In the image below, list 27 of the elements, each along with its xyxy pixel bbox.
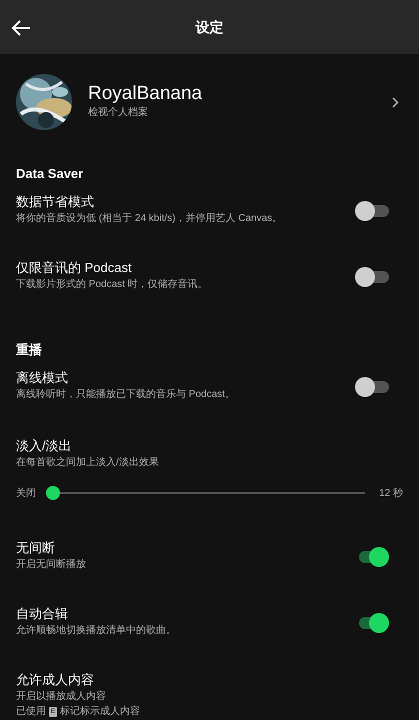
setting-description: 在每首歌之间加上淡入/淡出效果 (16, 456, 160, 470)
page-title: 设定 (196, 18, 224, 36)
setting-description: 开启以播放成人内容 (16, 690, 107, 704)
slider-max-label: 12 秒 (379, 486, 403, 501)
setting-title: 数据节省模式 (16, 194, 95, 211)
setting-description: 离线聆听时，只能播放已下载的音乐与 Podcast。 (16, 388, 236, 402)
setting-description: 允许顺畅地切换播放清单中的歌曲。 (16, 624, 177, 638)
setting-title: 淡入/淡出 (16, 438, 73, 455)
slider-thumb[interactable] (46, 486, 60, 500)
profile-name: RoyalBanana (88, 84, 204, 105)
section-heading: 重播 (15, 341, 43, 359)
profile-row[interactable]: RoyalBanana 检视个人档案 (0, 54, 419, 150)
setting-title: 允许成人内容 (16, 672, 95, 689)
profile-subtitle: 检视个人档案 (88, 106, 149, 120)
toggle-switch[interactable] (355, 376, 389, 396)
toggle-switch[interactable] (355, 266, 389, 286)
setting-description: 开启无间断播放 (16, 558, 87, 572)
setting-title: 仅限音讯的 Podcast (16, 260, 133, 277)
slider-min-label: 关闭 (16, 486, 36, 501)
setting-description: 下载影片形式的 Podcast 时，仅储存音讯。 (16, 278, 209, 292)
setting-description: 将你的音质设为低 (相当于 24 kbit/s)，并停用艺人 Canvas。 (16, 212, 284, 226)
section-heading: Data Saver (15, 165, 84, 183)
chevron-right-icon (392, 96, 399, 108)
setting-title: 自动合辑 (16, 606, 69, 623)
setting-title: 离线模式 (16, 370, 69, 387)
toggle-switch[interactable] (355, 200, 389, 220)
setting-title: 无间断 (16, 540, 56, 557)
